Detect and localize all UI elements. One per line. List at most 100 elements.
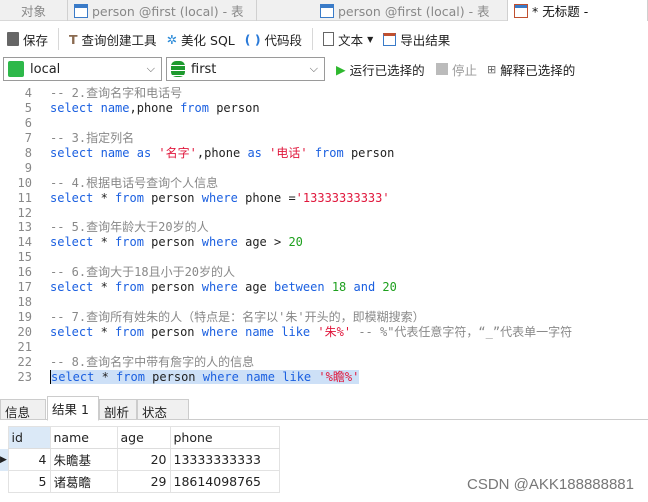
cell-age[interactable]: 20 [116,448,171,471]
stop-label: 停止 [452,62,478,78]
sql-editor[interactable]: 4 -- 2.查询名字和电话号 5 select name,phone from pe… [0,86,648,392]
code-line: 10 -- 4.根据电话号查询个人信息 [0,176,648,191]
cell-id[interactable]: 5 [7,470,51,493]
token-kw: between [274,280,325,295]
token-tx: person [144,369,203,384]
connection-value: local [30,61,61,77]
token-kw: from [115,235,144,250]
tab-status[interactable]: 状态 [137,399,189,420]
code-line: 22 -- 8.查询名字中带有詹字的人的信息 [0,355,648,370]
explain-selected-button[interactable]: ⊞ 解释已选择的 [484,57,578,81]
export-results-button[interactable]: 导出结果 [380,27,453,51]
code-text: -- 7.查询所有姓朱的人（特点是：名字以'朱'开头的，即模糊搜索） [34,310,425,325]
token-cm: -- 4.根据电话号查询个人信息 [50,175,219,190]
cell-phone[interactable]: 18614098765 [169,470,280,493]
connection-bar: local ⌵ first ⌵ ▶ 运行已选择的 停止 ⊞ 解释已选择的 [0,57,648,81]
token-kw: as [247,145,262,160]
stop-button[interactable]: 停止 [433,57,480,81]
token-kw: from [116,369,145,384]
table-edit-icon [74,3,88,18]
cell-id[interactable]: 4 [7,448,51,471]
run-label: 运行已选择的 [349,62,425,78]
tab-info[interactable]: 信息 [0,399,46,420]
code-line: 19 -- 7.查询所有姓朱的人（特点是：名字以'朱'开头的，即模糊搜索） [0,310,648,325]
token-cm: -- 8.查询名字中带有詹字的人的信息 [50,354,255,369]
token-tx: ,phone [196,145,248,160]
token-st: '朱%' [317,325,352,339]
code-line: 20 select * from person where name like '… [0,325,648,340]
table-row[interactable]: ▶ 4 朱瞻基 20 13333333333 [0,448,280,471]
save-button[interactable]: 保存 [4,27,51,51]
tab-person-table[interactable]: person @first (local) - 表 [256,0,508,21]
column-header-phone[interactable]: phone [169,426,280,449]
tab-person-design[interactable]: person @first (local) - 表 [68,0,257,21]
token-num: 18 [331,280,347,295]
run-selected-button[interactable]: ▶ 运行已选择的 [333,57,428,81]
token-kw: where [202,369,239,384]
database-select[interactable]: first ⌵ [166,57,325,81]
token-kw: name [246,369,276,384]
token-tx [93,101,100,115]
token-tx: person [143,325,202,339]
query-builder-button[interactable]: T 查询创建工具 [66,27,160,51]
token-cm: -- 2.查询名字和电话号 [50,86,183,100]
tab-untitled-query[interactable]: * 无标题 - [508,0,648,21]
cell-phone[interactable]: 13333333333 [169,448,280,471]
line-number: 17 [17,280,32,295]
toolbar: 保存 T 查询创建工具 ✲ 美化 SQL ( ) 代码段 文本 ▼ 导出结果 [0,26,648,52]
code-line: 16 -- 6.查询大于18且小于20岁的人 [0,265,648,280]
token-kw: like [282,369,312,384]
code-text: select name as '名字',phone as '电话' from p… [34,146,394,161]
token-tx: * [93,235,116,250]
token-tx [308,146,315,160]
code-text: select * from person where phone ='13333… [34,191,390,206]
text-button[interactable]: 文本 ▼ [320,27,376,51]
token-kw: from [314,145,344,160]
column-header-id[interactable]: id [7,426,51,449]
token-cm: -- 7.查询所有姓朱的人（特点是：名字以'朱'开头的，即模糊搜索） [50,310,425,325]
line-number: 11 [17,190,32,205]
token-tx [346,280,353,294]
column-header-name[interactable]: name [49,426,118,449]
token-num: 20 [288,235,303,250]
code-line: 6 [0,116,648,131]
beautify-label: 美化 SQL [181,32,235,48]
line-number: 4 [24,86,32,100]
token-tx: person [343,145,395,160]
line-number: 16 [17,265,32,280]
cell-name[interactable]: 朱瞻基 [49,448,118,471]
line-number: 8 [24,145,32,160]
column-header-age[interactable]: age [116,426,171,449]
token-st: '%瞻%' [318,369,360,384]
tab-result-1[interactable]: 结果 1 [47,396,99,421]
token-tx: person [143,280,202,295]
play-icon: ▶ [336,61,346,77]
code-text: select * from person where age > 20 [34,235,303,250]
beautify-sql-button[interactable]: ✲ 美化 SQL [164,27,238,51]
row-indicator [0,427,8,449]
tab-objects[interactable]: 对象 [0,0,68,21]
header-row: id name age phone [0,426,280,449]
line-number: 22 [17,354,32,369]
token-kw: where [201,280,238,295]
cell-age[interactable]: 29 [116,470,171,493]
cell-name[interactable]: 诸葛瞻 [49,470,118,493]
snippet-label: 代码段 [264,32,303,48]
token-kw: as [136,145,152,160]
token-tx: person [143,235,202,250]
code-text: -- 8.查询名字中带有詹字的人的信息 [34,355,254,370]
snippet-button[interactable]: ( ) 代码段 [242,27,305,51]
token-kw: from [115,280,144,295]
table-row[interactable]: 5 诸葛瞻 29 18614098765 [0,470,280,493]
token-tx: age [237,280,274,295]
divider [58,28,60,50]
parentheses-icon: ( ) [244,31,261,47]
chevron-down-icon: ⌵ [309,62,318,75]
database-icon [171,61,185,77]
tab-profile[interactable]: 剖析 [99,399,137,420]
line-number: 23 [17,369,32,384]
code-line: 4 -- 2.查询名字和电话号 [0,86,648,101]
token-kw: select [50,190,94,205]
token-kw: from [115,325,144,339]
connection-select[interactable]: local ⌵ [3,57,162,81]
